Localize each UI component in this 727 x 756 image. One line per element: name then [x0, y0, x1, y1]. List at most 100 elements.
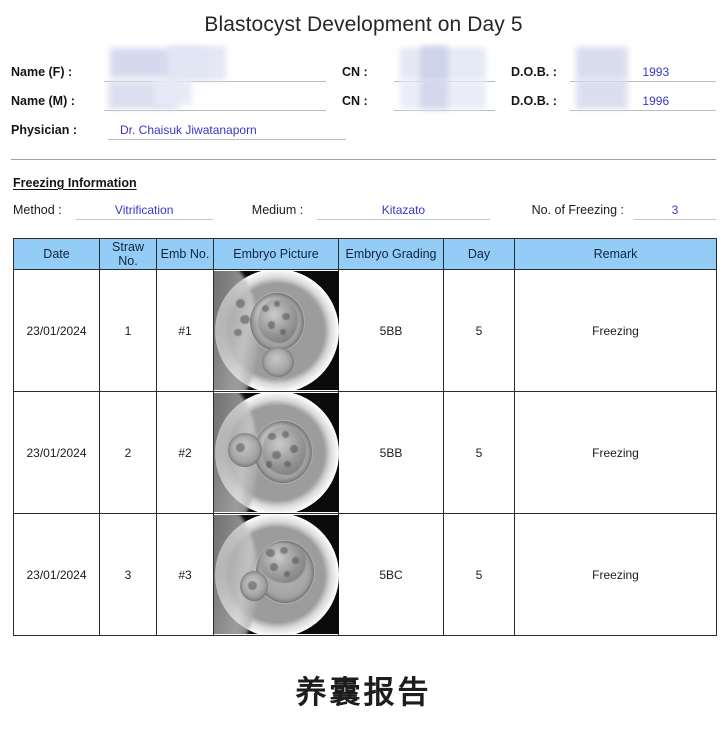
method-label: Method : — [13, 203, 62, 217]
granule — [284, 571, 290, 577]
dob-male-field[interactable]: 1996 — [570, 80, 717, 111]
column-header-date: Date — [13, 238, 100, 270]
table-row: 23/01/2024 1 #1 5BB 5 Freezing — [13, 269, 717, 392]
cell-day: 5 — [443, 269, 515, 392]
granule — [262, 305, 269, 312]
granule — [236, 299, 245, 308]
granule — [282, 313, 290, 320]
physician-value: Dr. Chaisuk Jiwatanaporn — [120, 123, 257, 137]
cell-embryo-picture[interactable] — [213, 391, 339, 514]
embryo-table-wrapper: Date Straw No. Emb No. Embryo Picture Em… — [13, 238, 717, 636]
cell-emb-no: #2 — [156, 391, 214, 514]
granule — [274, 301, 280, 307]
granule — [236, 443, 245, 452]
cell-day: 5 — [443, 391, 515, 514]
cell-grading: 5BB — [338, 269, 444, 392]
patient-row-male: Name (M) : CN : D.O.B. : 1996 — [11, 79, 717, 111]
cell-date: 23/01/2024 — [13, 391, 100, 514]
table-row: 23/01/2024 2 #2 5BB 5 Freezing — [13, 391, 717, 514]
freezing-count-field[interactable]: 3 — [633, 201, 716, 220]
granule — [280, 329, 286, 335]
granule — [270, 563, 278, 571]
patient-row-female: Name (F) : CN : D.O.B. : 1993 — [11, 46, 717, 82]
column-header-day: Day — [443, 238, 515, 270]
cell-straw-no: 1 — [99, 269, 157, 392]
cell-date: 23/01/2024 — [13, 513, 100, 636]
redaction-block — [419, 46, 448, 82]
granule — [272, 451, 281, 459]
cell-remark: Freezing — [514, 391, 717, 514]
granule — [240, 315, 250, 324]
granule — [266, 461, 272, 468]
medium-field[interactable]: Kitazato — [317, 201, 490, 220]
cell-date: 23/01/2024 — [13, 269, 100, 392]
cell-straw-no: 2 — [99, 391, 157, 514]
cell-remark: Freezing — [514, 269, 717, 392]
redaction-block — [576, 47, 629, 80]
cell-embryo-picture[interactable] — [213, 269, 339, 392]
name-female-label: Name (F) : — [11, 65, 73, 79]
cell-day: 5 — [443, 513, 515, 636]
cn-female-label: CN : — [341, 65, 368, 79]
granule — [292, 557, 299, 564]
cell-grading: 5BB — [338, 391, 444, 514]
embryo-table: Date Straw No. Emb No. Embryo Picture Em… — [13, 238, 717, 636]
method-value: Vitrification — [114, 203, 174, 217]
granule — [234, 329, 242, 336]
table-header-row: Date Straw No. Emb No. Embryo Picture Em… — [13, 238, 717, 270]
column-header-picture: Embryo Picture — [213, 238, 339, 270]
freezing-count-label: No. of Freezing : — [531, 203, 624, 217]
physician-field[interactable]: Dr. Chaisuk Jiwatanaporn — [108, 120, 346, 140]
table-row: 23/01/2024 3 #3 5BC 5 Freezing — [13, 513, 717, 636]
cell-straw-no: 3 — [99, 513, 157, 636]
footer-caption: 养囊报告 — [295, 675, 432, 711]
freezing-count-value: 3 — [671, 203, 679, 217]
granule — [290, 445, 298, 453]
dob-male-label: D.O.B. : — [511, 94, 557, 108]
blastocyst-micrograph-1 — [214, 271, 339, 390]
page-title: Blastocyst Development on Day 5 — [204, 13, 523, 36]
blastocyst-micrograph-3 — [214, 515, 339, 634]
patient-row-physician: Physician : Dr. Chaisuk Jiwatanaporn — [11, 111, 716, 140]
cell-grading: 5BC — [338, 513, 444, 636]
cell-remark: Freezing — [514, 513, 717, 636]
patient-header: Name (F) : CN : D.O.B. : 1993 Name (M) :… — [11, 46, 717, 140]
redaction-block — [153, 79, 192, 105]
cn-male-label: CN : — [341, 94, 368, 108]
column-header-straw: Straw No. — [99, 238, 157, 270]
physician-label: Physician : — [11, 123, 77, 137]
granule — [280, 547, 288, 554]
dob-female-label: D.O.B. : — [511, 65, 557, 79]
name-female-field[interactable] — [103, 46, 327, 82]
dob-female-value: 1993 — [642, 65, 670, 79]
cell-emb-no: #3 — [156, 513, 214, 636]
redaction-block — [576, 80, 629, 109]
cell-embryo-picture[interactable] — [213, 513, 339, 636]
medium-value: Kitazato — [381, 203, 426, 217]
cell-emb-no: #1 — [156, 269, 214, 392]
name-male-field[interactable] — [103, 79, 327, 111]
granule — [282, 431, 289, 438]
granule — [268, 321, 275, 329]
freezing-information-section: Freezing Information Method : Vitrificat… — [0, 160, 727, 220]
granule — [266, 549, 275, 557]
redaction-block — [419, 79, 448, 109]
granule — [268, 433, 276, 440]
cn-male-field[interactable] — [393, 79, 496, 111]
herniating-lobe — [228, 433, 262, 467]
column-header-grading: Embryo Grading — [338, 238, 444, 270]
freezing-fields-row: Method : Vitrification Medium : Kitazato… — [13, 198, 716, 220]
method-field[interactable]: Vitrification — [75, 201, 213, 220]
blastocyst-micrograph-2 — [214, 393, 339, 512]
column-header-emb-no: Emb No. — [156, 238, 214, 270]
granule — [248, 581, 257, 590]
column-header-remark: Remark — [514, 238, 717, 270]
dob-male-value: 1996 — [642, 94, 670, 108]
herniating-lobe — [262, 347, 294, 377]
granule — [284, 461, 291, 467]
dob-female-field[interactable]: 1993 — [570, 47, 717, 82]
freezing-section-title: Freezing Information — [13, 176, 137, 190]
redaction-block — [167, 46, 226, 80]
name-male-label: Name (M) : — [11, 94, 75, 108]
medium-label: Medium : — [251, 203, 304, 217]
